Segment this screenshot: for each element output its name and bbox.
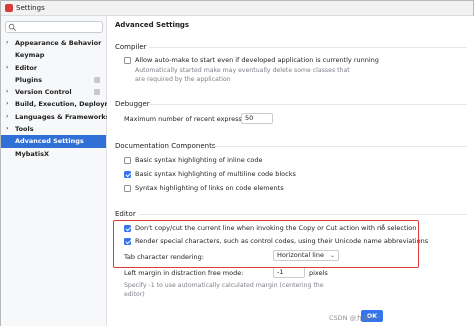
auto-make-checkbox[interactable] (124, 57, 131, 64)
documentation-divider (211, 146, 467, 147)
code-links-checkbox[interactable] (124, 185, 131, 192)
settings-window: Settings › Appearance & Behavior Keymap › Ed… (0, 0, 474, 326)
multiline-code-label: Basic syntax highlighting of multiline c… (135, 170, 296, 178)
compiler-section-heading: Compiler (115, 43, 147, 51)
inline-code-checkbox[interactable] (124, 157, 131, 164)
chevron-right-icon[interactable]: › (6, 98, 8, 110)
sidebar-item-build-execution-deployment[interactable]: › Build, Execution, Deployment (1, 98, 123, 110)
chevron-right-icon[interactable]: › (6, 37, 8, 49)
sidebar-item-label: Plugins (15, 75, 42, 84)
sidebar-item-mybatisx[interactable]: MybatisX (1, 148, 106, 160)
sidebar-item-version-control[interactable]: › Version Control (1, 86, 106, 98)
chevron-right-icon[interactable]: › (6, 62, 8, 74)
left-margin-input[interactable]: -1 (273, 267, 305, 278)
sidebar-item-plugins[interactable]: Plugins (1, 74, 106, 86)
chevron-right-icon[interactable]: › (6, 123, 8, 135)
project-settings-icon (94, 89, 100, 96)
left-margin-hint-line-1: Specify -1 to use automatically calculat… (124, 282, 324, 289)
sidebar-item-label: Languages & Frameworks (15, 112, 110, 121)
sidebar-item-languages-frameworks[interactable]: › Languages & Frameworks (1, 111, 110, 123)
window-title: Settings (16, 4, 45, 12)
compiler-divider (149, 47, 467, 48)
left-margin-label: Left margin in distraction free mode: (124, 269, 244, 277)
sidebar-item-label: MybatisX (15, 149, 49, 158)
sidebar-item-label: Editor (15, 63, 38, 72)
app-logo-icon (5, 4, 13, 12)
editor-divider (139, 214, 467, 215)
max-expressions-label: Maximum number of recent expressions: (124, 115, 258, 123)
menu-grid-icon[interactable]: ▤ (177, 22, 183, 29)
chevron-right-icon[interactable]: › (6, 111, 8, 123)
project-settings-icon (94, 76, 100, 83)
sidebar-item-label: Version Control (15, 88, 72, 97)
search-icon (8, 23, 16, 31)
documentation-section-heading: Documentation Components (115, 142, 216, 150)
left-margin-hint-line-2: editor) (124, 291, 145, 298)
watermark-text: CSDN @九离十一 (329, 314, 383, 322)
highlight-annotation-box (113, 220, 419, 268)
settings-nav: › Appearance & Behavior Keymap › Editor Plugi… (1, 37, 123, 160)
multiline-code-checkbox[interactable] (124, 171, 131, 178)
debugger-divider (149, 104, 467, 105)
title-bar: Settings (1, 1, 473, 16)
sidebar-item-advanced-settings[interactable]: Advanced Settings (1, 135, 106, 148)
auto-make-hint-line-2: are required by the application (135, 76, 231, 83)
sidebar-item-label: Tools (15, 125, 34, 134)
sidebar-item-label: Keymap (15, 51, 45, 60)
sidebar-item-appearance-behavior[interactable]: › Appearance & Behavior (1, 37, 106, 49)
auto-make-label: Allow auto-make to start even if develop… (135, 56, 379, 64)
max-expressions-input[interactable]: 50 (241, 113, 273, 124)
sidebar-item-editor[interactable]: › Editor (1, 62, 106, 74)
settings-sidebar: › Appearance & Behavior Keymap › Editor Plugi… (1, 16, 123, 326)
sidebar-item-label: Appearance & Behavior (15, 39, 102, 47)
left-margin-unit: pixels (309, 269, 328, 277)
editor-section-heading: Editor (115, 210, 136, 218)
debugger-section-heading: Debugger (115, 100, 150, 108)
sidebar-item-tools[interactable]: › Tools (1, 123, 106, 135)
auto-make-hint-line-1: Automatically started make may eventuall… (135, 67, 350, 74)
sidebar-item-label: Advanced Settings (15, 137, 84, 146)
chevron-right-icon[interactable]: › (6, 86, 8, 98)
settings-content: Advanced Settings ▤ Compiler Allow auto-… (107, 16, 474, 326)
inline-code-label: Basic syntax highlighting of inline code (135, 156, 263, 164)
sidebar-item-keymap[interactable]: Keymap (1, 49, 106, 61)
search-input[interactable] (5, 21, 103, 33)
code-links-label: Syntax highlighting of links on code ele… (135, 184, 284, 192)
